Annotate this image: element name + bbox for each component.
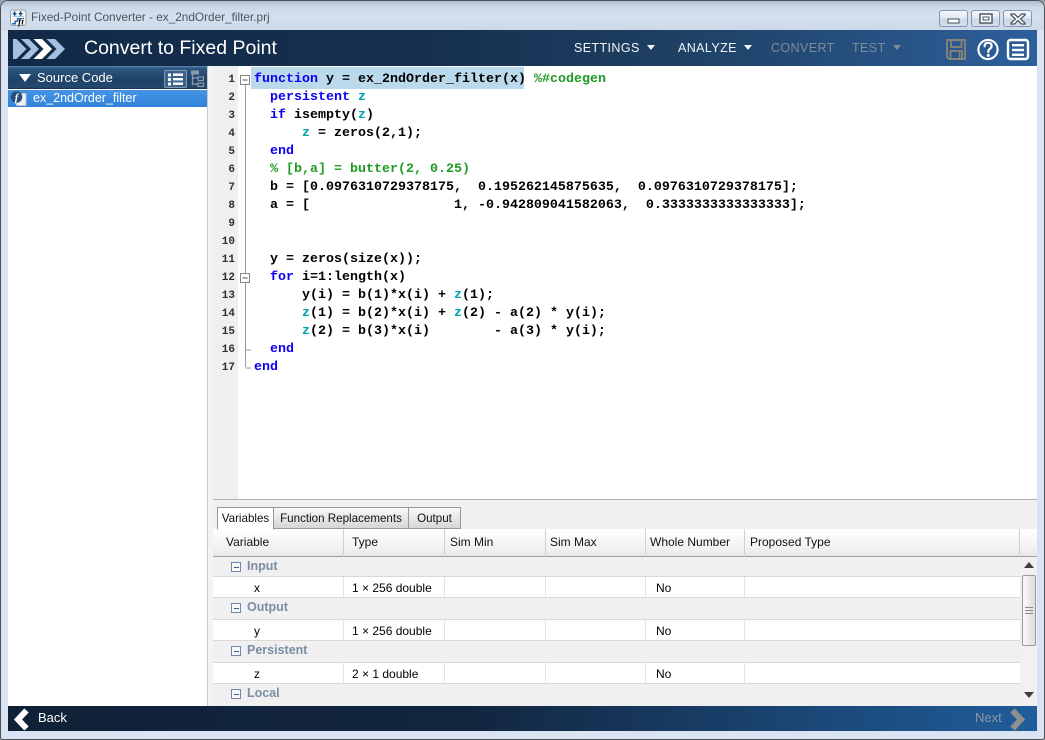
svg-text:fi: fi <box>18 17 24 27</box>
